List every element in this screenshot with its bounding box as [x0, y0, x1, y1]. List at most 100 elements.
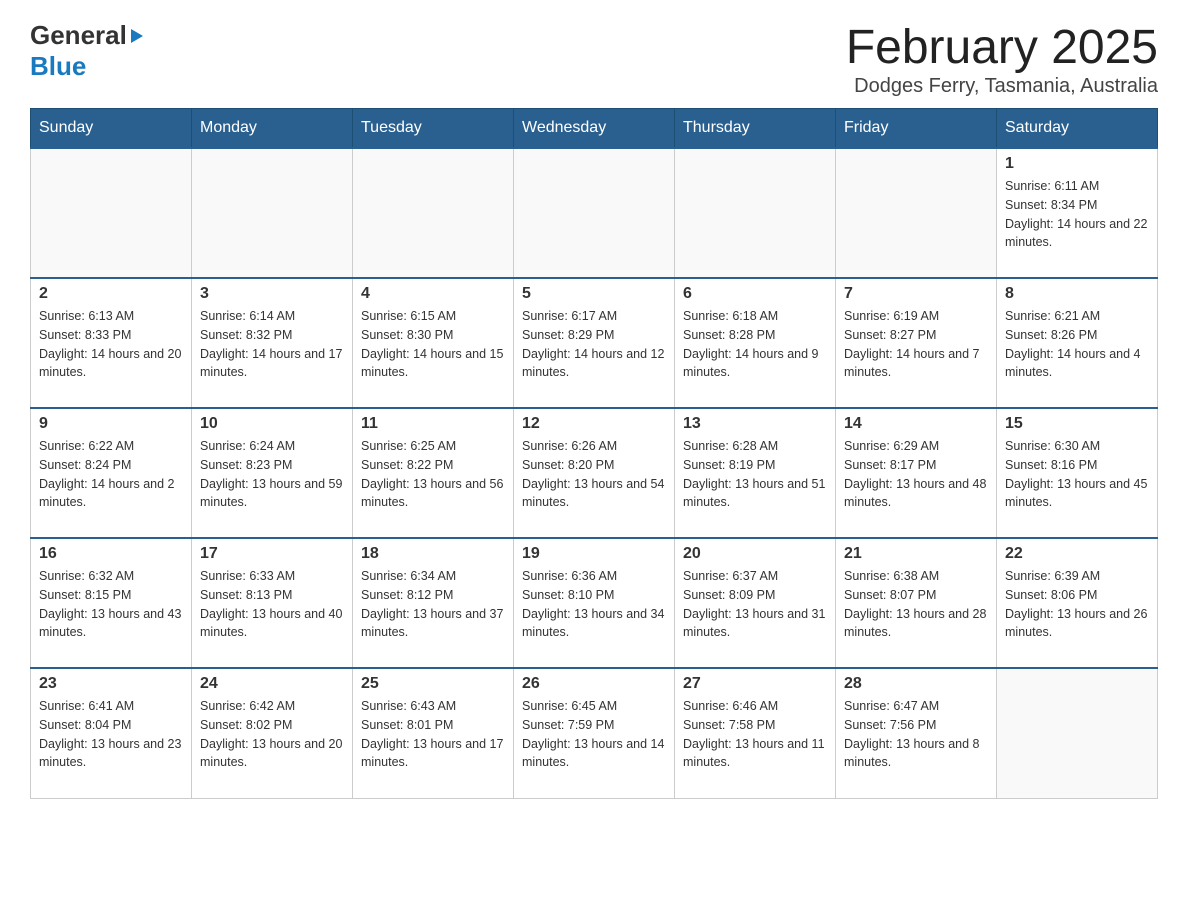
day-info: Sunrise: 6:41 AMSunset: 8:04 PMDaylight:…: [39, 697, 183, 772]
day-number: 11: [361, 415, 505, 433]
day-info: Sunrise: 6:38 AMSunset: 8:07 PMDaylight:…: [844, 567, 988, 642]
day-number: 18: [361, 545, 505, 563]
day-info: Sunrise: 6:24 AMSunset: 8:23 PMDaylight:…: [200, 437, 344, 512]
table-row: 7 Sunrise: 6:19 AMSunset: 8:27 PMDaylight…: [836, 278, 997, 408]
table-row: [31, 148, 192, 278]
day-info: Sunrise: 6:46 AMSunset: 7:58 PMDaylight:…: [683, 697, 827, 772]
header-wednesday: Wednesday: [514, 109, 675, 149]
table-row: 5 Sunrise: 6:17 AMSunset: 8:29 PMDaylight…: [514, 278, 675, 408]
day-number: 9: [39, 415, 183, 433]
header-thursday: Thursday: [675, 109, 836, 149]
table-row: 6 Sunrise: 6:18 AMSunset: 8:28 PMDaylight…: [675, 278, 836, 408]
calendar-week-row: 23 Sunrise: 6:41 AMSunset: 8:04 PMDayligh…: [31, 668, 1158, 798]
day-number: 5: [522, 285, 666, 303]
table-row: 27 Sunrise: 6:46 AMSunset: 7:58 PMDayligh…: [675, 668, 836, 798]
day-info: Sunrise: 6:45 AMSunset: 7:59 PMDaylight:…: [522, 697, 666, 772]
day-number: 13: [683, 415, 827, 433]
day-number: 4: [361, 285, 505, 303]
day-info: Sunrise: 6:30 AMSunset: 8:16 PMDaylight:…: [1005, 437, 1149, 512]
header-monday: Monday: [192, 109, 353, 149]
day-number: 8: [1005, 285, 1149, 303]
day-number: 10: [200, 415, 344, 433]
day-number: 24: [200, 675, 344, 693]
calendar-week-row: 1 Sunrise: 6:11 AMSunset: 8:34 PMDaylight…: [31, 148, 1158, 278]
day-number: 15: [1005, 415, 1149, 433]
day-info: Sunrise: 6:47 AMSunset: 7:56 PMDaylight:…: [844, 697, 988, 772]
day-number: 21: [844, 545, 988, 563]
header-tuesday: Tuesday: [353, 109, 514, 149]
day-number: 25: [361, 675, 505, 693]
header-saturday: Saturday: [997, 109, 1158, 149]
table-row: [675, 148, 836, 278]
day-info: Sunrise: 6:28 AMSunset: 8:19 PMDaylight:…: [683, 437, 827, 512]
table-row: 1 Sunrise: 6:11 AMSunset: 8:34 PMDaylight…: [997, 148, 1158, 278]
day-number: 12: [522, 415, 666, 433]
table-row: 3 Sunrise: 6:14 AMSunset: 8:32 PMDaylight…: [192, 278, 353, 408]
calendar-header: Sunday Monday Tuesday Wednesday Thursday…: [31, 109, 1158, 149]
day-info: Sunrise: 6:18 AMSunset: 8:28 PMDaylight:…: [683, 307, 827, 382]
logo-triangle-icon: [127, 27, 145, 45]
day-number: 6: [683, 285, 827, 303]
day-info: Sunrise: 6:36 AMSunset: 8:10 PMDaylight:…: [522, 567, 666, 642]
table-row: 8 Sunrise: 6:21 AMSunset: 8:26 PMDaylight…: [997, 278, 1158, 408]
table-row: 14Sunrise: 6:29 AMSunset: 8:17 PMDayligh…: [836, 408, 997, 538]
calendar-body: 1 Sunrise: 6:11 AMSunset: 8:34 PMDaylight…: [31, 148, 1158, 798]
day-info: Sunrise: 6:39 AMSunset: 8:06 PMDaylight:…: [1005, 567, 1149, 642]
calendar-week-row: 2 Sunrise: 6:13 AMSunset: 8:33 PMDaylight…: [31, 278, 1158, 408]
table-row: 21 Sunrise: 6:38 AMSunset: 8:07 PMDayligh…: [836, 538, 997, 668]
day-number: 3: [200, 285, 344, 303]
day-info: Sunrise: 6:43 AMSunset: 8:01 PMDaylight:…: [361, 697, 505, 772]
table-row: 22 Sunrise: 6:39 AMSunset: 8:06 PMDayligh…: [997, 538, 1158, 668]
logo-general-text: General: [30, 20, 127, 51]
table-row: 11 Sunrise: 6:25 AMSunset: 8:22 PMDayligh…: [353, 408, 514, 538]
calendar-week-row: 9Sunrise: 6:22 AMSunset: 8:24 PMDaylight…: [31, 408, 1158, 538]
page-header: General Blue February 2025 Dodges Ferry,…: [30, 20, 1158, 98]
day-info: Sunrise: 6:13 AMSunset: 8:33 PMDaylight:…: [39, 307, 183, 382]
logo-blue-text: Blue: [30, 51, 86, 81]
day-info: Sunrise: 6:17 AMSunset: 8:29 PMDaylight:…: [522, 307, 666, 382]
calendar-week-row: 16Sunrise: 6:32 AMSunset: 8:15 PMDayligh…: [31, 538, 1158, 668]
title-section: February 2025 Dodges Ferry, Tasmania, Au…: [846, 20, 1158, 98]
table-row: [997, 668, 1158, 798]
table-row: 13 Sunrise: 6:28 AMSunset: 8:19 PMDayligh…: [675, 408, 836, 538]
day-info: Sunrise: 6:25 AMSunset: 8:22 PMDaylight:…: [361, 437, 505, 512]
table-row: 10 Sunrise: 6:24 AMSunset: 8:23 PMDayligh…: [192, 408, 353, 538]
day-info: Sunrise: 6:14 AMSunset: 8:32 PMDaylight:…: [200, 307, 344, 382]
table-row: 19 Sunrise: 6:36 AMSunset: 8:10 PMDayligh…: [514, 538, 675, 668]
table-row: 23 Sunrise: 6:41 AMSunset: 8:04 PMDayligh…: [31, 668, 192, 798]
table-row: 26 Sunrise: 6:45 AMSunset: 7:59 PMDayligh…: [514, 668, 675, 798]
header-sunday: Sunday: [31, 109, 192, 149]
table-row: 25 Sunrise: 6:43 AMSunset: 8:01 PMDayligh…: [353, 668, 514, 798]
day-number: 1: [1005, 155, 1149, 173]
day-number: 19: [522, 545, 666, 563]
table-row: 17Sunrise: 6:33 AMSunset: 8:13 PMDayligh…: [192, 538, 353, 668]
day-number: 22: [1005, 545, 1149, 563]
table-row: 24Sunrise: 6:42 AMSunset: 8:02 PMDayligh…: [192, 668, 353, 798]
day-info: Sunrise: 6:26 AMSunset: 8:20 PMDaylight:…: [522, 437, 666, 512]
day-number: 16: [39, 545, 183, 563]
page-subtitle: Dodges Ferry, Tasmania, Australia: [846, 75, 1158, 98]
table-row: [353, 148, 514, 278]
day-info: Sunrise: 6:29 AMSunset: 8:17 PMDaylight:…: [844, 437, 988, 512]
table-row: [192, 148, 353, 278]
table-row: 20 Sunrise: 6:37 AMSunset: 8:09 PMDayligh…: [675, 538, 836, 668]
day-number: 26: [522, 675, 666, 693]
day-info: Sunrise: 6:34 AMSunset: 8:12 PMDaylight:…: [361, 567, 505, 642]
table-row: 28 Sunrise: 6:47 AMSunset: 7:56 PMDayligh…: [836, 668, 997, 798]
day-info: Sunrise: 6:11 AMSunset: 8:34 PMDaylight:…: [1005, 177, 1149, 252]
day-info: Sunrise: 6:15 AMSunset: 8:30 PMDaylight:…: [361, 307, 505, 382]
logo: General Blue: [30, 20, 145, 82]
day-info: Sunrise: 6:37 AMSunset: 8:09 PMDaylight:…: [683, 567, 827, 642]
day-number: 28: [844, 675, 988, 693]
table-row: [836, 148, 997, 278]
day-number: 23: [39, 675, 183, 693]
day-info: Sunrise: 6:21 AMSunset: 8:26 PMDaylight:…: [1005, 307, 1149, 382]
weekday-header-row: Sunday Monday Tuesday Wednesday Thursday…: [31, 109, 1158, 149]
table-row: 16Sunrise: 6:32 AMSunset: 8:15 PMDayligh…: [31, 538, 192, 668]
day-number: 2: [39, 285, 183, 303]
day-number: 7: [844, 285, 988, 303]
table-row: 12 Sunrise: 6:26 AMSunset: 8:20 PMDayligh…: [514, 408, 675, 538]
day-number: 27: [683, 675, 827, 693]
day-number: 20: [683, 545, 827, 563]
day-info: Sunrise: 6:19 AMSunset: 8:27 PMDaylight:…: [844, 307, 988, 382]
